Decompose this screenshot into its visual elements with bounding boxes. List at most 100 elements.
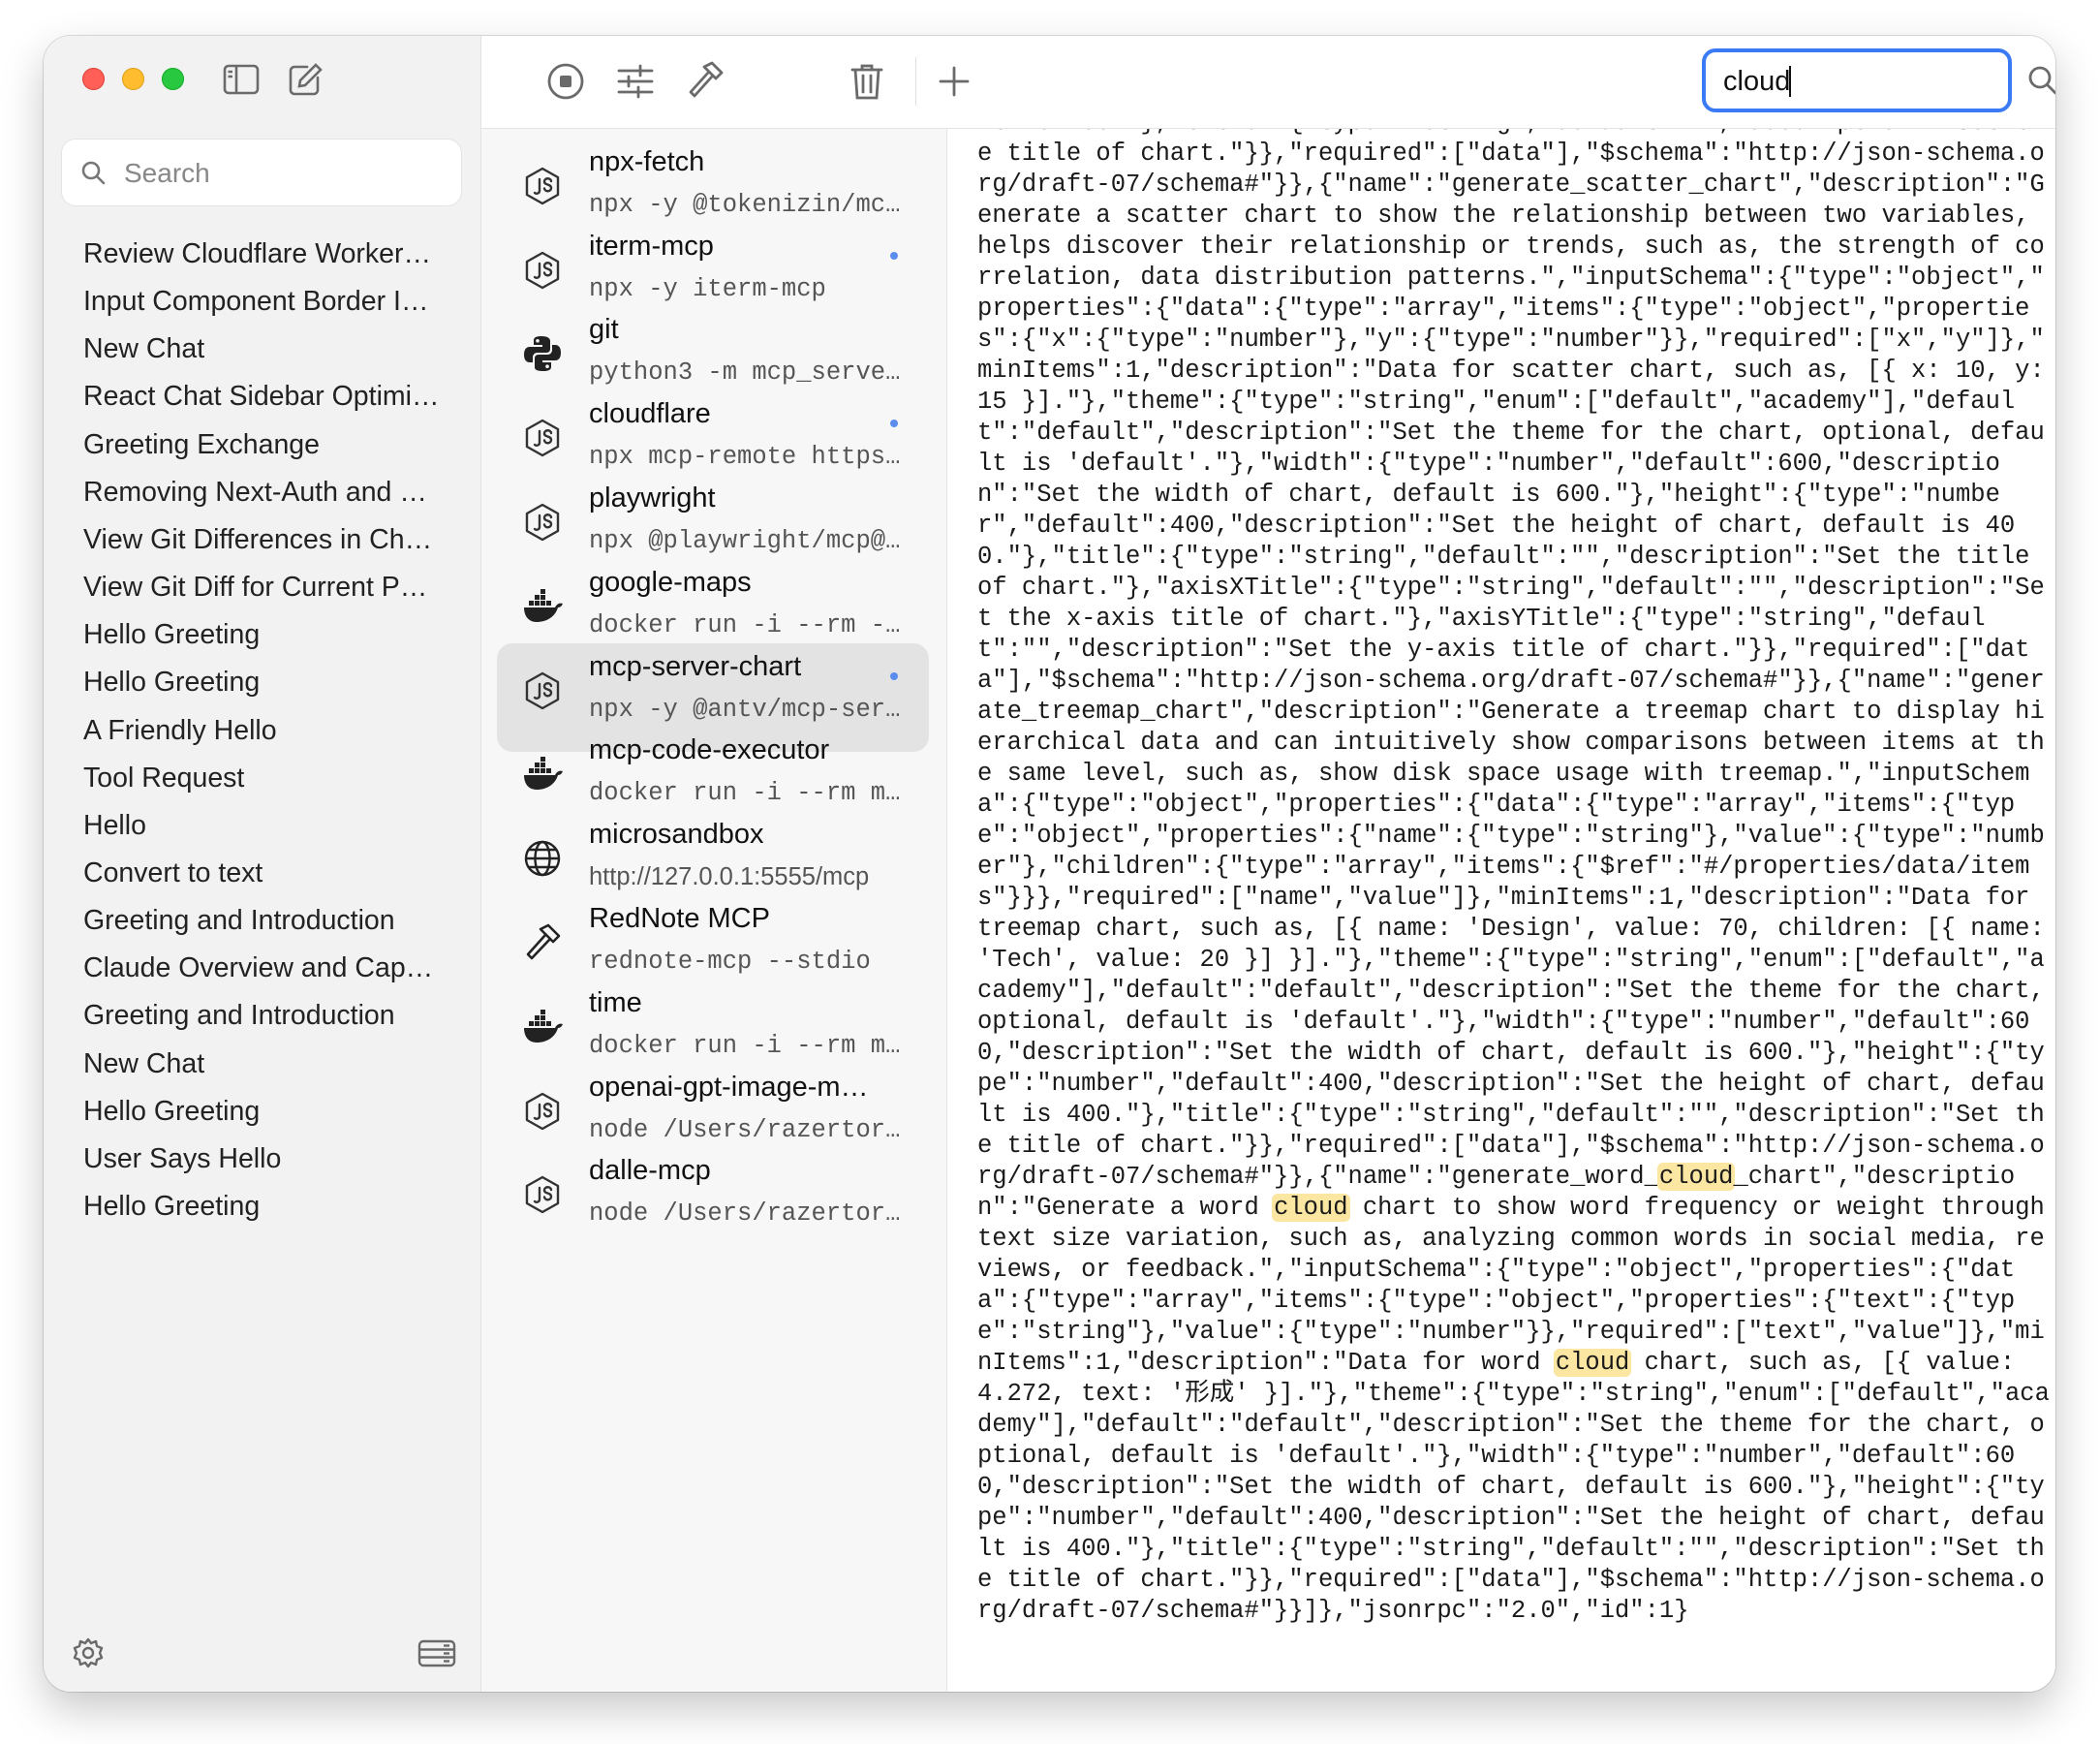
close-window-button[interactable] [82, 68, 105, 90]
server-name: time [589, 986, 642, 1018]
content-line: pe":"number","default":400,"description"… [977, 1504, 2045, 1532]
sidebar-toggle-icon[interactable] [222, 61, 261, 98]
server-command: python3 -m mcp_server_git [589, 358, 913, 388]
content-line: e":"object","properties":{"name":{"type"… [977, 822, 2045, 850]
nodejs-icon [522, 1091, 563, 1132]
content-line: text size variation, such as, analyzing … [977, 1225, 2045, 1253]
content-line: e title of chart."}},"required":["data"]… [977, 1132, 2045, 1160]
tools-hammer-icon[interactable] [683, 59, 727, 104]
configure-sliders-icon[interactable] [613, 59, 658, 104]
server-name: openai-gpt-image-m… [589, 1071, 869, 1103]
server-name: playwright [589, 483, 716, 514]
content-line: a":{"type":"array","items":{"type":"obje… [977, 1287, 2016, 1315]
content-line: er"},"children":{"type":"array","items":… [977, 853, 2030, 881]
search-icon [81, 161, 106, 185]
content-line: pe":"number","default":400,"description"… [977, 1070, 2045, 1098]
content-line: nItems":1,"description":"Data for word c… [977, 1349, 2016, 1377]
content-line: rg/draft-07/schema#"}},{"name":"generate… [977, 171, 2045, 199]
app-window: Review Cloudflare Worker…Input Component… [44, 36, 2055, 1692]
content-line: ptional, default is 'default'."},"width"… [977, 1442, 2016, 1470]
search-input[interactable] [122, 140, 446, 207]
docker-icon [522, 754, 563, 794]
content-line: 0."},"title":{"type":"string","default":… [977, 543, 2030, 571]
content-line: 4.272, text: '形成' }]."},"theme":{"type":… [977, 1380, 2050, 1408]
server-name: git [589, 314, 619, 346]
new-chat-icon[interactable] [286, 61, 324, 98]
content-line: demy"],"default":"default","description"… [977, 1411, 2045, 1439]
toolbar [481, 36, 2055, 129]
server-name: dalle-mcp [589, 1155, 711, 1187]
content-line: 0,"description":"Set the width of chart,… [977, 1473, 2045, 1501]
server-name: microsandbox [589, 819, 764, 851]
content-line: erarchical data and can intuitively show… [977, 729, 2045, 757]
server-list: docker run -i --rm mcp/brave-search npx-… [481, 129, 947, 1692]
content-line: e":"string"},"value":{"type":"number"}},… [977, 1318, 2045, 1346]
server-name: mcp-code-executor [589, 734, 830, 766]
nodejs-icon [522, 166, 563, 206]
find-in-content[interactable] [1702, 48, 2012, 112]
server-command: docker run -i --rm mcp/time [589, 1031, 913, 1060]
server-command: npx -y iterm-mcp [589, 274, 826, 303]
search-icon[interactable] [2023, 61, 2055, 100]
content-line: 'Tech', value: 20 }] }]."},"theme":{"typ… [977, 946, 2045, 974]
status-dot [890, 420, 898, 428]
content-line: optional, default is 'default'."},"width… [977, 1008, 2030, 1036]
server-name: google-maps [589, 566, 752, 598]
content-line: rg/draft-07/schema#"}},{"name":"generate… [977, 1163, 2016, 1191]
delete-trash-icon[interactable] [845, 59, 889, 104]
docker-icon [522, 1007, 563, 1047]
server-command: node /Users/razertory/openai-gpt-image-m… [589, 1115, 913, 1144]
server-command: npx -y @tokenizin/mcp-npx-fetch [589, 190, 913, 219]
content-line: views, or feedback.","inputSchema":{"typ… [977, 1256, 2016, 1284]
content-line: s":{"x":{"type":"number"},"y":{"type":"n… [977, 326, 2045, 354]
server-command: docker run -i --rm mcp/code-executor [589, 779, 913, 808]
content-line: a"],"$schema":"http://json-schema.org/dr… [977, 667, 2045, 695]
content-line: 15 }]."},"theme":{"type":"string","enum"… [977, 388, 2016, 416]
search-match-highlight: cloud [1272, 1194, 1350, 1222]
server-name: mcp-server-chart [589, 650, 802, 682]
docker-icon [522, 586, 563, 627]
content-line: n":"Set the width of chart, default is 6… [977, 481, 2000, 509]
add-server-plus-icon[interactable] [932, 59, 976, 104]
status-dot [890, 671, 898, 680]
server-item-dalle-mcp[interactable]: dalle-mcp node /Users/razertory/dalle-mcp… [497, 1147, 929, 1256]
content-line: e title of chart."}},"required":["data"]… [977, 140, 2045, 168]
nodejs-icon [522, 502, 563, 543]
search-match-highlight: cloud [1553, 1349, 1632, 1377]
content-line: a":{"type":"object","properties":{"data"… [977, 791, 2016, 819]
sidebar-search[interactable] [62, 140, 461, 207]
content-line: rrelation, data distribution patterns.",… [977, 264, 2045, 292]
content-line: t":"default","description":"Set the them… [977, 419, 2045, 447]
toolbar-divider [915, 57, 916, 106]
chat-title: Hello Greeting [83, 1191, 261, 1222]
content-line: e title of chart."}},"required":["data"]… [977, 1566, 2045, 1594]
minimize-window-button[interactable] [122, 68, 144, 90]
server-command: npx mcp-remote https://observability.mcp… [589, 443, 913, 472]
content-line: t":"","description":"Set the y-axis titl… [977, 636, 2030, 664]
nodejs-icon [522, 670, 563, 711]
content-line: lt is 400."},"title":{"type":"string","d… [977, 129, 2045, 139]
hammer-icon [522, 922, 563, 963]
search-match-highlight: cloud [1656, 1163, 1736, 1191]
server-name: npx-fetch [589, 145, 705, 177]
zoom-window-button[interactable] [162, 68, 184, 90]
sidebar: Review Cloudflare Worker…Input Component… [44, 36, 481, 1692]
nodejs-icon [522, 250, 563, 291]
content-line: ate_treemap_chart","description":"Genera… [977, 698, 2045, 726]
stop-server-icon[interactable] [543, 59, 588, 104]
content-line: r","default":400,"description":"Set the … [977, 512, 2016, 540]
server-storage-icon[interactable] [417, 1635, 457, 1671]
python-icon [522, 333, 563, 374]
response-content[interactable]: lt is 400."},"title":{"type":"string","d… [947, 129, 2055, 1692]
chat-list-item[interactable]: Hello Greeting [44, 1173, 480, 1239]
server-name: RedNote MCP [589, 903, 770, 934]
server-command: node /Users/razertory/dalle-mcp/index.js [589, 1199, 913, 1229]
content-line: lt is 400."},"title":{"type":"string","d… [977, 1535, 2045, 1563]
find-input[interactable] [1721, 52, 1996, 110]
settings-gear-icon[interactable] [70, 1635, 107, 1671]
server-name: cloudflare [589, 398, 711, 430]
status-dot [890, 251, 898, 260]
content-line: enerate a scatter chart to show the rela… [977, 202, 2030, 230]
nodejs-icon [522, 418, 563, 458]
content-line: rg/draft-07/schema#"}}]},"jsonrpc":"2.0"… [977, 1597, 1689, 1625]
